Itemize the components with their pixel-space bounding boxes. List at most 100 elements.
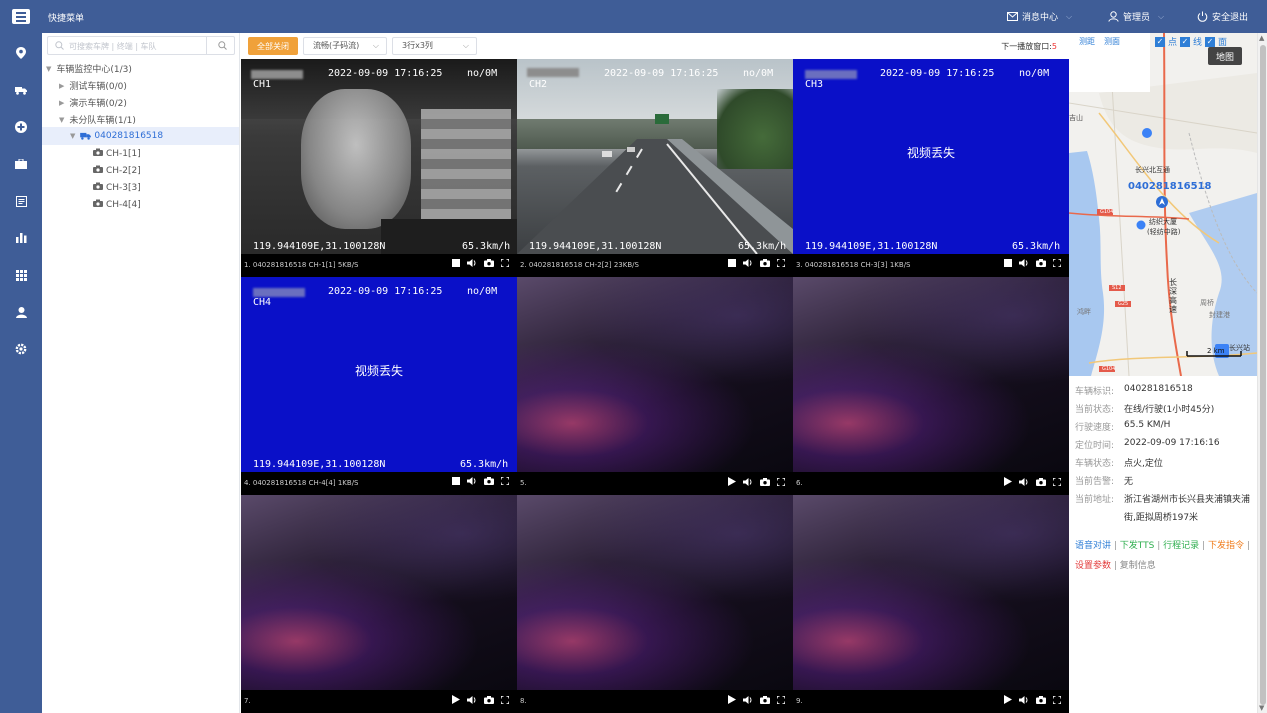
play-icon[interactable] [1004, 695, 1012, 704]
camera-icon[interactable] [760, 695, 770, 704]
volume-icon[interactable] [1019, 695, 1029, 704]
video-cell-6[interactable]: 6. [793, 277, 1069, 495]
play-icon[interactable] [728, 477, 736, 486]
volume-icon[interactable] [1019, 259, 1029, 267]
fullscreen-icon[interactable] [501, 695, 509, 704]
layout-select[interactable]: 3行x3列 ⌵ [392, 37, 477, 55]
play-icon[interactable] [1004, 477, 1012, 486]
scroll-down-icon[interactable]: ▼ [1259, 704, 1264, 712]
map-tool-distance[interactable]: 测距 [1079, 36, 1095, 47]
play-icon[interactable] [728, 695, 736, 704]
camera-icon[interactable] [484, 477, 494, 485]
tree-node-channel-4[interactable]: CH-4[4] [93, 199, 141, 210]
fullscreen-icon[interactable] [1053, 695, 1061, 704]
fullscreen-icon[interactable] [777, 477, 785, 486]
tree-node-channel-2[interactable]: CH-2[2] [93, 165, 141, 176]
send-tts-link[interactable]: 下发TTS [1120, 541, 1155, 551]
caret-down-icon: ▼ [70, 132, 76, 140]
scrollbar-thumb[interactable] [1260, 45, 1266, 705]
tree-node-root[interactable]: ▼ 车辆监控中心(1/3) [46, 62, 132, 76]
plus-circle-icon[interactable] [13, 119, 29, 135]
menu-toggle-icon[interactable] [12, 9, 30, 24]
volume-icon[interactable] [1019, 477, 1029, 486]
fullscreen-icon[interactable] [777, 695, 785, 704]
scroll-up-icon[interactable]: ▲ [1259, 34, 1264, 42]
settings-icon[interactable] [13, 341, 29, 357]
admin-menu[interactable]: 管理员 ⌵ [1108, 10, 1164, 23]
video-cell-8[interactable]: 8. [517, 495, 793, 713]
video-cell-9[interactable]: 9. [793, 495, 1069, 713]
camera-icon[interactable] [484, 259, 494, 267]
grid-icon[interactable] [13, 267, 29, 283]
bar-chart-icon[interactable] [13, 230, 29, 246]
tree-node-channel-3[interactable]: CH-3[3] [93, 182, 141, 193]
map-vehicle-label: 040281816518 [1128, 181, 1212, 192]
briefcase-icon[interactable] [13, 156, 29, 172]
trip-record-link[interactable]: 行程记录 [1163, 541, 1199, 551]
video-cell-4[interactable]: CH4 2022-09-09 17:16:25 no/0M 视频丢失 119.9… [241, 277, 517, 495]
message-center-button[interactable]: 消息中心 ⌵ [1007, 10, 1072, 23]
play-icon[interactable] [452, 695, 460, 704]
vehicle-search-input[interactable]: 可搜索车牌 | 终端 | 车队 [47, 36, 235, 55]
location-icon[interactable] [13, 45, 29, 61]
report-icon[interactable] [13, 193, 29, 209]
stop-icon[interactable] [728, 259, 736, 267]
tree-node-test-vehicles[interactable]: ▶ 测试车辆(0/0) [59, 79, 127, 93]
volume-icon[interactable] [743, 259, 753, 267]
send-command-link[interactable]: 下发指令 [1208, 541, 1244, 551]
video-cell-1[interactable]: CH1 2022-09-09 17:16:25 no/0M 119.944109… [241, 59, 517, 277]
video-cell-7[interactable]: 7. [241, 495, 517, 713]
map-tool-area[interactable]: 测面 [1104, 36, 1120, 47]
checkbox-point[interactable]: ✓ [1155, 36, 1165, 47]
voice-intercom-link[interactable]: 语音对讲 [1075, 541, 1111, 551]
tree-node-vehicle[interactable]: ▼ 040281816518 [42, 127, 239, 145]
video-cell-2[interactable]: CH2 2022-09-09 17:16:25 no/0M 119.944109… [517, 59, 793, 277]
map-type-button[interactable]: 地图 [1208, 47, 1242, 65]
page-scrollbar[interactable]: ▲ ▼ [1257, 33, 1267, 713]
user-icon[interactable] [13, 304, 29, 320]
video-cell-3[interactable]: CH3 2022-09-09 17:16:25 no/0M 视频丢失 119.9… [793, 59, 1069, 277]
tree-node-demo-vehicles[interactable]: ▶ 演示车辆(0/2) [59, 96, 127, 110]
close-all-button[interactable]: 全部关闭 [248, 37, 298, 55]
set-params-link[interactable]: 设置参数 [1075, 561, 1111, 571]
video-cell-5[interactable]: 5. [517, 277, 793, 495]
video-placeholder [793, 495, 1069, 690]
volume-icon[interactable] [743, 477, 753, 486]
video-cell-label: 3. 040281816518 CH-3[3] 1KB/S [796, 261, 911, 269]
checkbox-area[interactable]: ✓ [1205, 36, 1216, 47]
stream-select[interactable]: 流畅(子码流) ⌵ [303, 37, 387, 55]
map-panel[interactable]: 测距 测面 ✓ 点 ✓ 线 ✓ 面 地图 吉山 长兴北互通 0402818165… [1069, 33, 1257, 376]
search-button-icon[interactable] [218, 41, 227, 50]
volume-icon[interactable] [467, 695, 477, 704]
camera-icon [93, 148, 103, 159]
caret-right-icon: ▶ [59, 98, 65, 107]
fullscreen-icon[interactable] [1053, 477, 1061, 486]
copy-info-link[interactable]: 复制信息 [1120, 561, 1156, 571]
checkbox-line[interactable]: ✓ [1180, 36, 1191, 47]
volume-icon[interactable] [743, 695, 753, 704]
camera-icon[interactable] [1036, 477, 1046, 486]
truck-icon[interactable] [13, 82, 29, 98]
stop-icon[interactable] [452, 477, 460, 485]
volume-icon[interactable] [467, 259, 477, 267]
stop-icon[interactable] [452, 259, 460, 267]
video-cell-label: 5. [520, 479, 527, 487]
quick-menu-title[interactable]: 快捷菜单 [48, 11, 84, 24]
video-control-bar: 4. 040281816518 CH-4[4] 1KB/S [241, 472, 517, 495]
tree-node-unassigned[interactable]: ▼ 未分队车辆(1/1) [59, 113, 136, 127]
logout-button[interactable]: 安全退出 [1197, 10, 1248, 23]
fullscreen-icon[interactable] [501, 259, 509, 267]
camera-icon[interactable] [760, 259, 770, 267]
stop-icon[interactable] [1004, 259, 1012, 267]
camera-icon[interactable] [484, 695, 494, 704]
fullscreen-icon[interactable] [1053, 259, 1061, 267]
info-row: 车辆标识: 040281816518 [1075, 384, 1193, 397]
fullscreen-icon[interactable] [501, 477, 509, 485]
map-place-label: 封建港 [1209, 311, 1230, 319]
tree-node-channel-1[interactable]: CH-1[1] [93, 148, 141, 159]
volume-icon[interactable] [467, 477, 477, 485]
fullscreen-icon[interactable] [777, 259, 785, 267]
camera-icon[interactable] [760, 477, 770, 486]
camera-icon[interactable] [1036, 259, 1046, 267]
camera-icon[interactable] [1036, 695, 1046, 704]
